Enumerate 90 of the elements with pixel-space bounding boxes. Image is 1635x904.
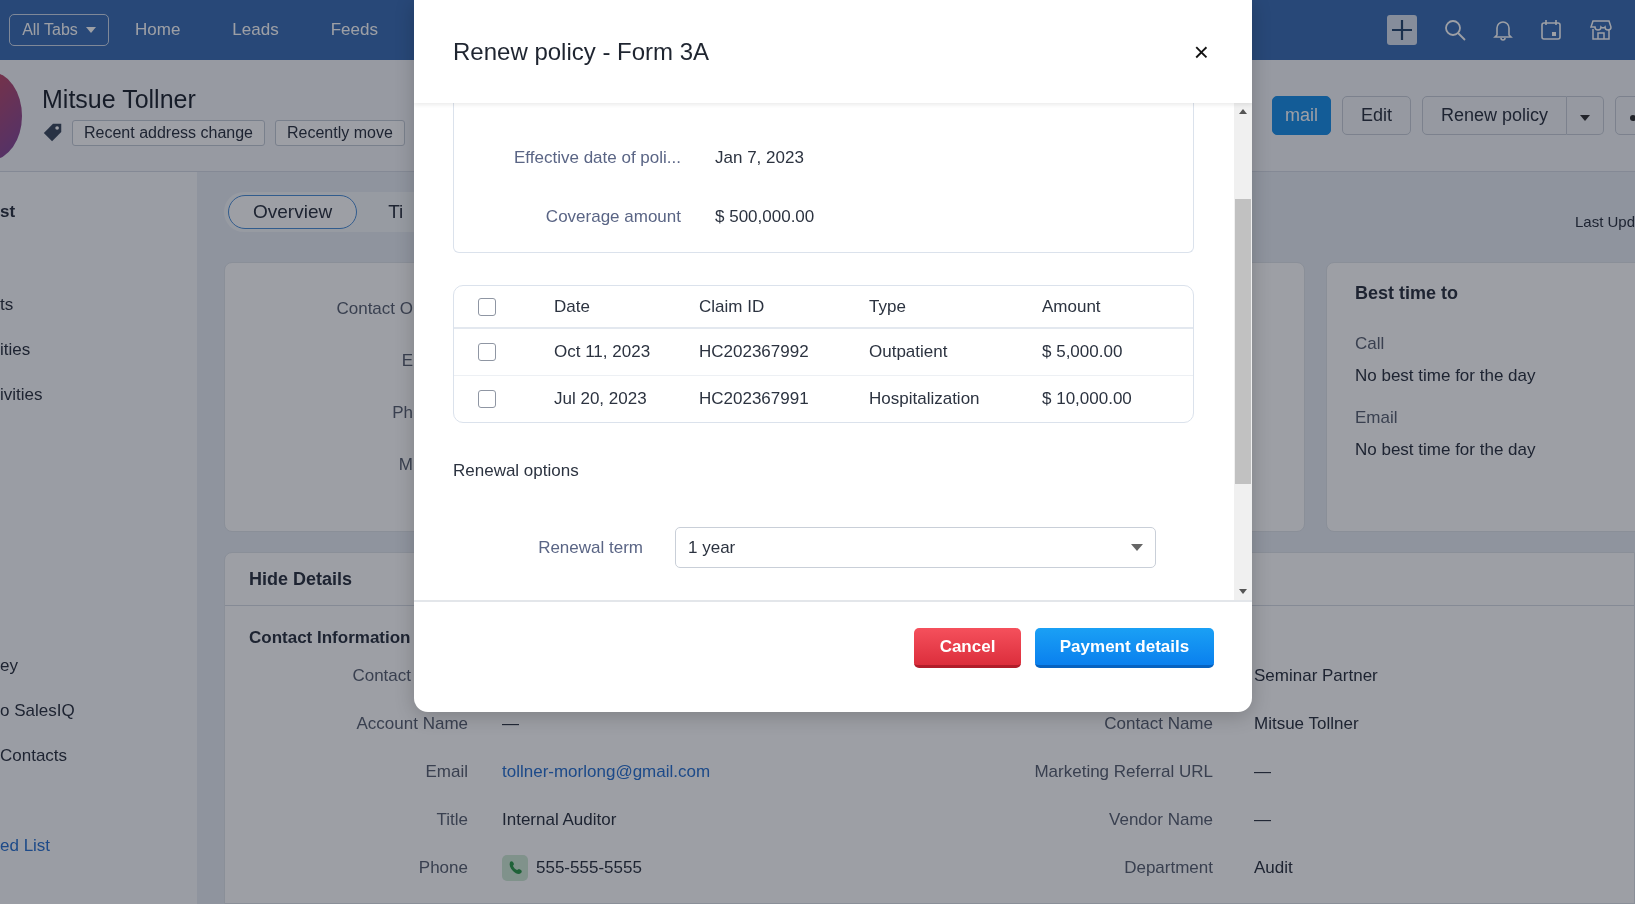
tab[interactable]: Ti	[363, 195, 429, 229]
payment-details-button[interactable]: Payment details	[1035, 628, 1214, 668]
scrollbar-thumb[interactable]	[1235, 199, 1251, 484]
field-value: —	[502, 714, 519, 734]
tag[interactable]: Recent address change	[72, 120, 265, 146]
card-title: Best time to	[1355, 283, 1460, 304]
sidebar-item[interactable]: ey	[0, 654, 18, 678]
sidebar-item[interactable]: ts	[0, 293, 14, 317]
field-label: Account Name	[356, 714, 468, 733]
scroll-down-icon[interactable]	[1239, 589, 1247, 594]
tab[interactable]: Overview	[228, 195, 358, 229]
scrollbar[interactable]	[1234, 103, 1252, 600]
calendar-icon[interactable]	[1540, 19, 1562, 41]
last-updated-label: Last Upd	[1574, 213, 1635, 230]
section-title: Contact Information	[249, 628, 411, 648]
checkbox[interactable]	[478, 297, 496, 316]
section-title: Renewal options	[453, 461, 580, 481]
field-label: Coverage amount	[544, 206, 681, 227]
table-cell-text: Oct 11, 2023	[554, 342, 652, 362]
field-value: No best time for the day	[1355, 440, 1537, 460]
field-value: Jan 7, 2023	[715, 147, 804, 168]
all-tabs-dropdown[interactable]: All Tabs	[9, 14, 109, 46]
sidebar-item[interactable]: Contacts	[0, 744, 68, 768]
column-header: Type	[869, 296, 907, 317]
renew-policy-button[interactable]: Renew policy	[1421, 96, 1567, 135]
sidebar-item[interactable]: ities	[0, 338, 31, 362]
field-label: Marketing Referral URL	[1034, 762, 1213, 781]
column-header: Date	[554, 296, 591, 317]
sidebar-item[interactable]: ivities	[0, 383, 43, 407]
table-cell-text: Jul 20, 2023	[554, 389, 648, 409]
table-cell-text: $ 10,000.00	[1042, 389, 1133, 409]
nav-link[interactable]: Feeds	[330, 20, 378, 40]
field-value: Audit	[1254, 858, 1293, 878]
field-label: Department	[1124, 858, 1213, 877]
caret-icon	[1580, 115, 1590, 121]
table-cell-text: HC202367992	[699, 342, 810, 362]
hide-details-link[interactable]: Hide Details	[249, 568, 353, 590]
checkbox[interactable]	[478, 390, 496, 408]
field-value: $ 500,000.00	[715, 206, 815, 227]
dropdown-button[interactable]	[1567, 96, 1604, 135]
email-link[interactable]: tollner-morlong@gmail.com	[502, 762, 711, 782]
close-button[interactable]: ×	[1189, 38, 1213, 65]
field-label: Email	[425, 762, 468, 781]
field-value: Internal Auditor	[502, 810, 617, 830]
sidebar-item[interactable]: o SalesIQ	[0, 699, 75, 723]
bell-icon[interactable]	[1493, 19, 1513, 41]
nav-link[interactable]: Home	[135, 20, 181, 40]
column-header: Amount	[1042, 296, 1102, 317]
table-cell-text: $ 5,000.00	[1042, 342, 1124, 362]
store-icon[interactable]	[1589, 19, 1613, 41]
field-label: Call	[1355, 334, 1386, 354]
record-name: Mitsue Tollner	[42, 85, 197, 114]
field-label: Title	[436, 810, 468, 829]
caret-icon	[85, 27, 96, 33]
edit-button[interactable]: Edit	[1341, 96, 1411, 135]
field-value: Mitsue Tollner	[1254, 714, 1359, 734]
field-label: M	[398, 454, 413, 476]
sidebar-heading: st	[0, 201, 16, 223]
field-label: Renewal term	[537, 537, 643, 558]
field-label: Ph	[392, 402, 413, 424]
add-icon[interactable]	[1387, 15, 1417, 45]
renewal-term-select[interactable]: 1 year	[675, 527, 1156, 568]
checkbox[interactable]	[478, 343, 496, 361]
column-header: Claim ID	[699, 296, 766, 317]
field-label: Email	[1355, 408, 1399, 428]
field-label: Contact Name	[1104, 714, 1213, 733]
sidebar-link[interactable]: ed List	[0, 834, 51, 858]
field-value: Seminar Partner	[1254, 666, 1378, 686]
field-value: —	[1254, 762, 1271, 782]
field-label: Contact	[352, 666, 411, 685]
search-icon[interactable]	[1444, 19, 1466, 41]
tag-icon	[42, 122, 64, 144]
field-label: Effective date of poli...	[513, 147, 681, 168]
table-cell-text: HC202367991	[699, 389, 810, 409]
more-icon	[1630, 115, 1635, 121]
field-label: Contact O	[336, 298, 413, 320]
field-label: Vendor Name	[1109, 810, 1213, 829]
dialog-title: Renew policy - Form 3A	[453, 37, 710, 66]
cancel-button[interactable]: Cancel	[914, 628, 1021, 668]
field-label: Phone	[418, 858, 468, 877]
table-cell-text: Outpatient	[869, 342, 949, 362]
field-value: No best time for the day	[1355, 366, 1537, 386]
field-value: —	[1254, 810, 1271, 830]
phone-icon[interactable]	[502, 855, 528, 881]
field-label: E	[401, 350, 413, 372]
scroll-up-icon[interactable]	[1239, 109, 1247, 114]
table-cell-text: Hospitalization	[869, 389, 981, 409]
tag[interactable]: Recently move	[275, 120, 405, 146]
nav-link[interactable]: Leads	[232, 20, 279, 40]
field-value: 555-555-5555	[536, 858, 642, 878]
